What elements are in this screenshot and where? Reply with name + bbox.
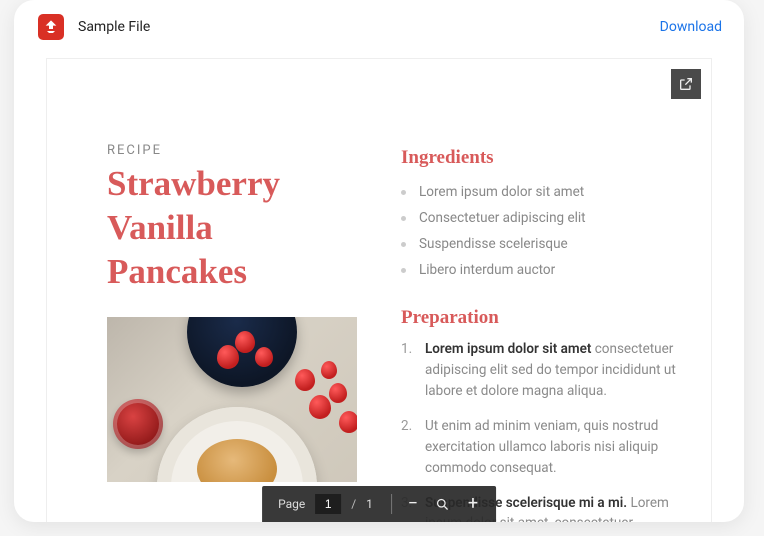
viewer-header: Sample File Download bbox=[14, 0, 744, 50]
list-item: Consectetuer adipiscing elit bbox=[401, 205, 679, 231]
download-link[interactable]: Download bbox=[660, 19, 722, 35]
recipe-eyebrow: RECIPE bbox=[107, 143, 357, 158]
plus-icon: + bbox=[468, 495, 478, 513]
zoom-out-button[interactable]: − bbox=[400, 491, 426, 517]
zoom-in-button[interactable]: + bbox=[460, 491, 486, 517]
recipe-photo bbox=[107, 317, 357, 482]
document-viewport: RECIPE Strawberry Vanilla Pancakes Ingre… bbox=[46, 58, 712, 522]
minus-icon: − bbox=[408, 495, 418, 513]
ingredients-heading: Ingredients bbox=[401, 147, 679, 169]
page-separator: / bbox=[345, 497, 362, 511]
list-item: Ut enim ad minim veniam, quis nostrud ex… bbox=[401, 416, 679, 493]
recipe-title: Strawberry Vanilla Pancakes bbox=[107, 162, 357, 293]
list-item: Libero interdum auctor bbox=[401, 257, 679, 283]
file-name: Sample File bbox=[78, 19, 660, 35]
pdf-toolbar: Page / 1 − + bbox=[262, 486, 496, 522]
step-text: Ut enim ad minim veniam, quis nostrud ex… bbox=[425, 418, 658, 476]
magnifier-icon bbox=[435, 497, 450, 512]
list-item: Suspendisse scelerisque bbox=[401, 231, 679, 257]
open-external-button[interactable] bbox=[671, 69, 701, 99]
document-body: RECIPE Strawberry Vanilla Pancakes Ingre… bbox=[107, 143, 679, 522]
zoom-reset-button[interactable] bbox=[430, 491, 456, 517]
step-lead: Lorem ipsum dolor sit amet bbox=[425, 341, 591, 357]
pdf-icon bbox=[38, 14, 64, 40]
page-total: 1 bbox=[366, 497, 383, 511]
preparation-heading: Preparation bbox=[401, 307, 679, 329]
left-column: RECIPE Strawberry Vanilla Pancakes bbox=[107, 143, 357, 522]
list-item: Lorem ipsum dolor sit amet bbox=[401, 179, 679, 205]
page-number-input[interactable] bbox=[315, 494, 341, 514]
right-column: Ingredients Lorem ipsum dolor sit amet C… bbox=[401, 143, 679, 522]
list-item: Lorem ipsum dolor sit amet consectetuer … bbox=[401, 339, 679, 416]
ingredients-list: Lorem ipsum dolor sit amet Consectetuer … bbox=[401, 179, 679, 283]
page-label: Page bbox=[272, 497, 311, 511]
open-external-icon bbox=[678, 76, 694, 92]
pdf-viewer-frame: Sample File Download RECIPE Strawberry V… bbox=[14, 0, 744, 522]
toolbar-divider bbox=[391, 494, 392, 514]
